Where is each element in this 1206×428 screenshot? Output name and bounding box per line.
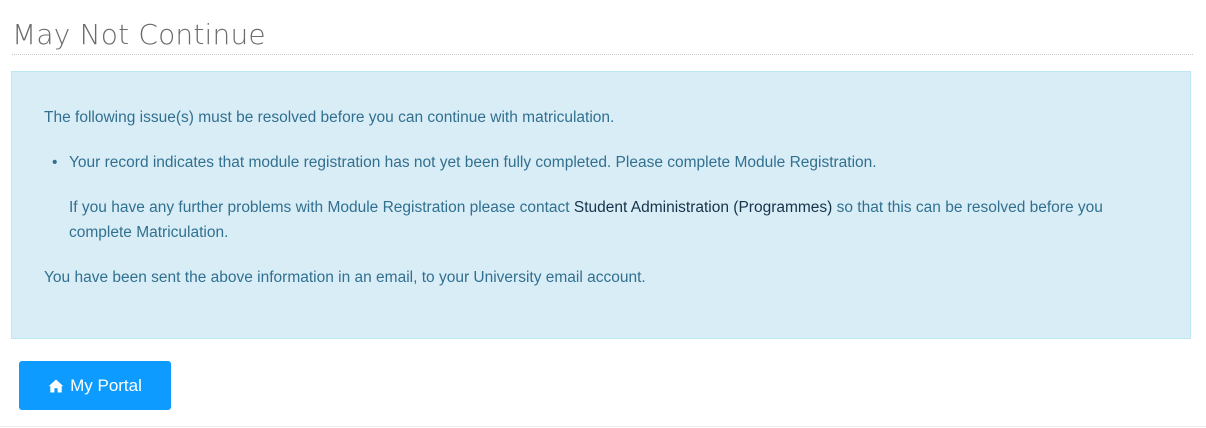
title-divider bbox=[12, 54, 1193, 55]
my-portal-label: My Portal bbox=[70, 375, 142, 395]
page-title: May Not Continue bbox=[12, 18, 266, 51]
bullet-icon: • bbox=[52, 154, 58, 171]
my-portal-button[interactable]: My Portal bbox=[19, 361, 171, 410]
issue-followup: If you have any further problems with Mo… bbox=[69, 195, 1154, 245]
home-icon bbox=[48, 379, 64, 393]
bottom-divider bbox=[0, 426, 1206, 427]
issue-list: • Your record indicates that module regi… bbox=[44, 150, 1154, 245]
issue-text: Your record indicates that module regist… bbox=[69, 154, 877, 171]
list-item: • Your record indicates that module regi… bbox=[44, 150, 1154, 245]
followup-text-before: If you have any further problems with Mo… bbox=[69, 199, 574, 216]
student-administration-link[interactable]: Student Administration (Programmes) bbox=[574, 199, 832, 216]
alert-intro: The following issue(s) must be resolved … bbox=[44, 109, 615, 126]
alert-footer: You have been sent the above information… bbox=[44, 269, 646, 286]
info-alert: The following issue(s) must be resolved … bbox=[11, 71, 1191, 339]
